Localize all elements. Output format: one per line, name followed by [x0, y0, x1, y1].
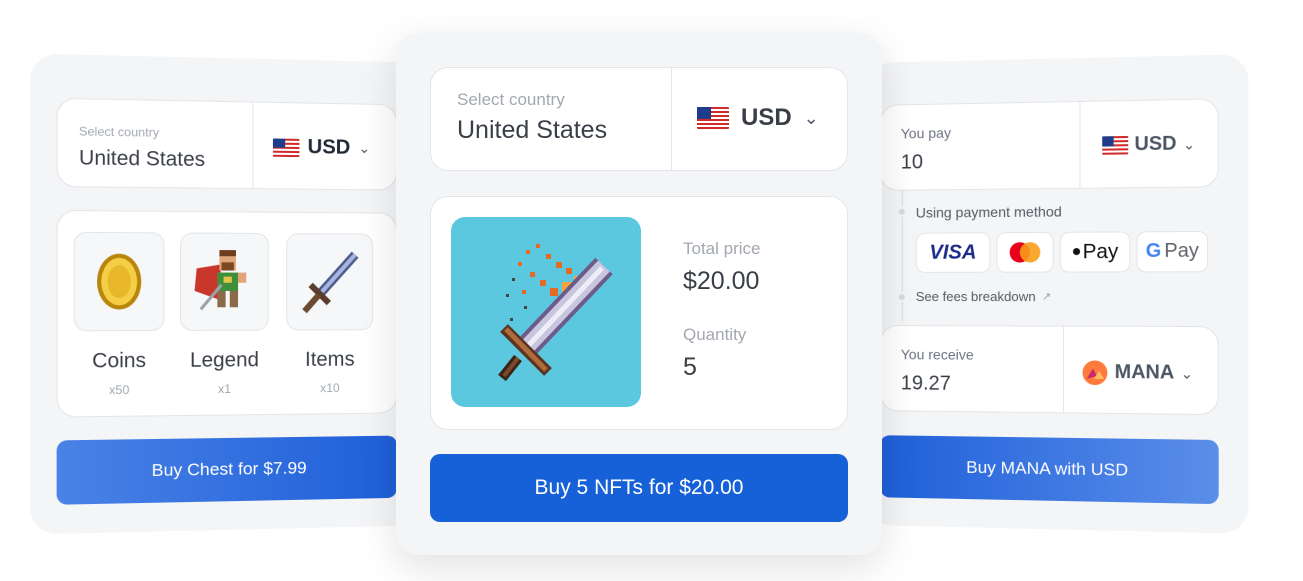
legend-hero-icon — [194, 250, 247, 318]
fees-label: See fees breakdown — [915, 288, 1036, 305]
pay-currency-select[interactable]: USD ⌄ — [1102, 133, 1195, 157]
chevron-down-icon: ⌄ — [1180, 364, 1194, 382]
currency-label: USD — [741, 104, 792, 131]
receive-currency-select[interactable]: MANA ⌄ — [1081, 359, 1193, 387]
visa-option[interactable]: VISA — [915, 232, 991, 273]
receive-amount: 19.27 — [900, 372, 951, 395]
divider — [1062, 326, 1064, 413]
item-name: Coins — [92, 349, 147, 373]
mana-icon — [1082, 360, 1108, 386]
mastercard-option[interactable] — [996, 231, 1054, 273]
step-dot — [896, 206, 907, 217]
stage: Select country United States USD ⌄ Coins… — [0, 0, 1303, 581]
apple-pay-label: Pay — [1082, 240, 1119, 263]
chevron-down-icon: ⌄ — [803, 107, 819, 128]
visa-icon: VISA — [929, 240, 977, 264]
chevron-down-icon: ⌄ — [358, 139, 371, 157]
sword-icon — [298, 248, 361, 315]
you-pay-field: You pay 10 USD ⌄ — [879, 98, 1219, 191]
item-count: x1 — [218, 381, 232, 397]
nft-image — [451, 217, 641, 407]
google-pay-option[interactable]: G Pay — [1136, 230, 1209, 273]
currency-label: MANA — [1114, 361, 1175, 384]
quantity-label: Quantity — [683, 325, 747, 344]
mastercard-icon — [1009, 242, 1041, 263]
google-g-icon: G — [1145, 240, 1162, 263]
currency-label: USD — [1134, 133, 1177, 156]
chevron-down-icon: ⌄ — [1182, 135, 1196, 153]
us-flag-icon — [1102, 135, 1129, 155]
divider — [1079, 101, 1081, 188]
apple-icon: ● — [1071, 242, 1082, 261]
country-select[interactable]: United States — [457, 116, 607, 145]
you-receive-field: You receive 19.27 MANA ⌄ — [879, 325, 1219, 416]
coins-tile[interactable] — [73, 231, 165, 332]
pay-amount-input[interactable]: 10 — [901, 151, 923, 174]
item-count: x50 — [108, 382, 130, 398]
items-tile[interactable] — [286, 233, 374, 331]
apple-pay-option[interactable]: ● Pay — [1059, 231, 1131, 273]
item-name: Legend — [190, 348, 259, 372]
country-label: Select country — [457, 90, 565, 109]
nft-checkout-widget: Select country United States USD ⌄ Total… — [396, 33, 882, 555]
buy-nfts-button[interactable]: Buy 5 NFTs for $20.00 — [430, 454, 848, 522]
chest-items-panel: Coins x50 Legend x1 Items x10 — [56, 209, 398, 418]
currency-label: USD — [307, 135, 351, 159]
chest-widget: Select country United States USD ⌄ Coins… — [29, 53, 437, 535]
country-currency-selector: Select country United States USD ⌄ — [430, 67, 848, 171]
total-price-label: Total price — [683, 239, 761, 258]
currency-select[interactable]: USD ⌄ — [697, 104, 819, 132]
currency-select[interactable]: USD ⌄ — [272, 135, 371, 160]
payment-method-label: Using payment method — [915, 203, 1062, 221]
item-name: Items — [305, 348, 355, 372]
receive-label: You receive — [900, 346, 974, 363]
expand-icon: ↗ — [1041, 290, 1052, 304]
country-label: Select country — [78, 124, 160, 140]
nft-summary-panel: Total price $20.00 Quantity 5 — [430, 196, 848, 430]
country-select[interactable]: United States — [79, 147, 205, 172]
step-dot — [896, 291, 907, 303]
flaming-sword-icon — [498, 244, 613, 382]
coin-icon — [97, 253, 142, 310]
total-price-value: $20.00 — [683, 267, 760, 295]
divider — [252, 102, 254, 189]
legend-tile[interactable] — [179, 232, 269, 331]
item-count: x10 — [320, 380, 340, 396]
quantity-value: 5 — [683, 353, 697, 381]
fees-breakdown-link[interactable]: See fees breakdown ↗ — [916, 289, 1052, 304]
mana-purchase-widget: You pay 10 USD ⌄ Using payment method VI… — [866, 54, 1249, 534]
pay-label: You pay — [900, 124, 951, 142]
buy-chest-button[interactable]: Buy Chest for $7.99 — [56, 435, 398, 505]
country-currency-selector: Select country United States USD ⌄ — [56, 97, 398, 191]
us-flag-icon — [697, 107, 729, 129]
google-pay-label: Pay — [1164, 240, 1199, 263]
buy-mana-button[interactable]: Buy MANA with USD — [879, 435, 1219, 505]
divider — [671, 68, 672, 170]
us-flag-icon — [272, 137, 300, 157]
